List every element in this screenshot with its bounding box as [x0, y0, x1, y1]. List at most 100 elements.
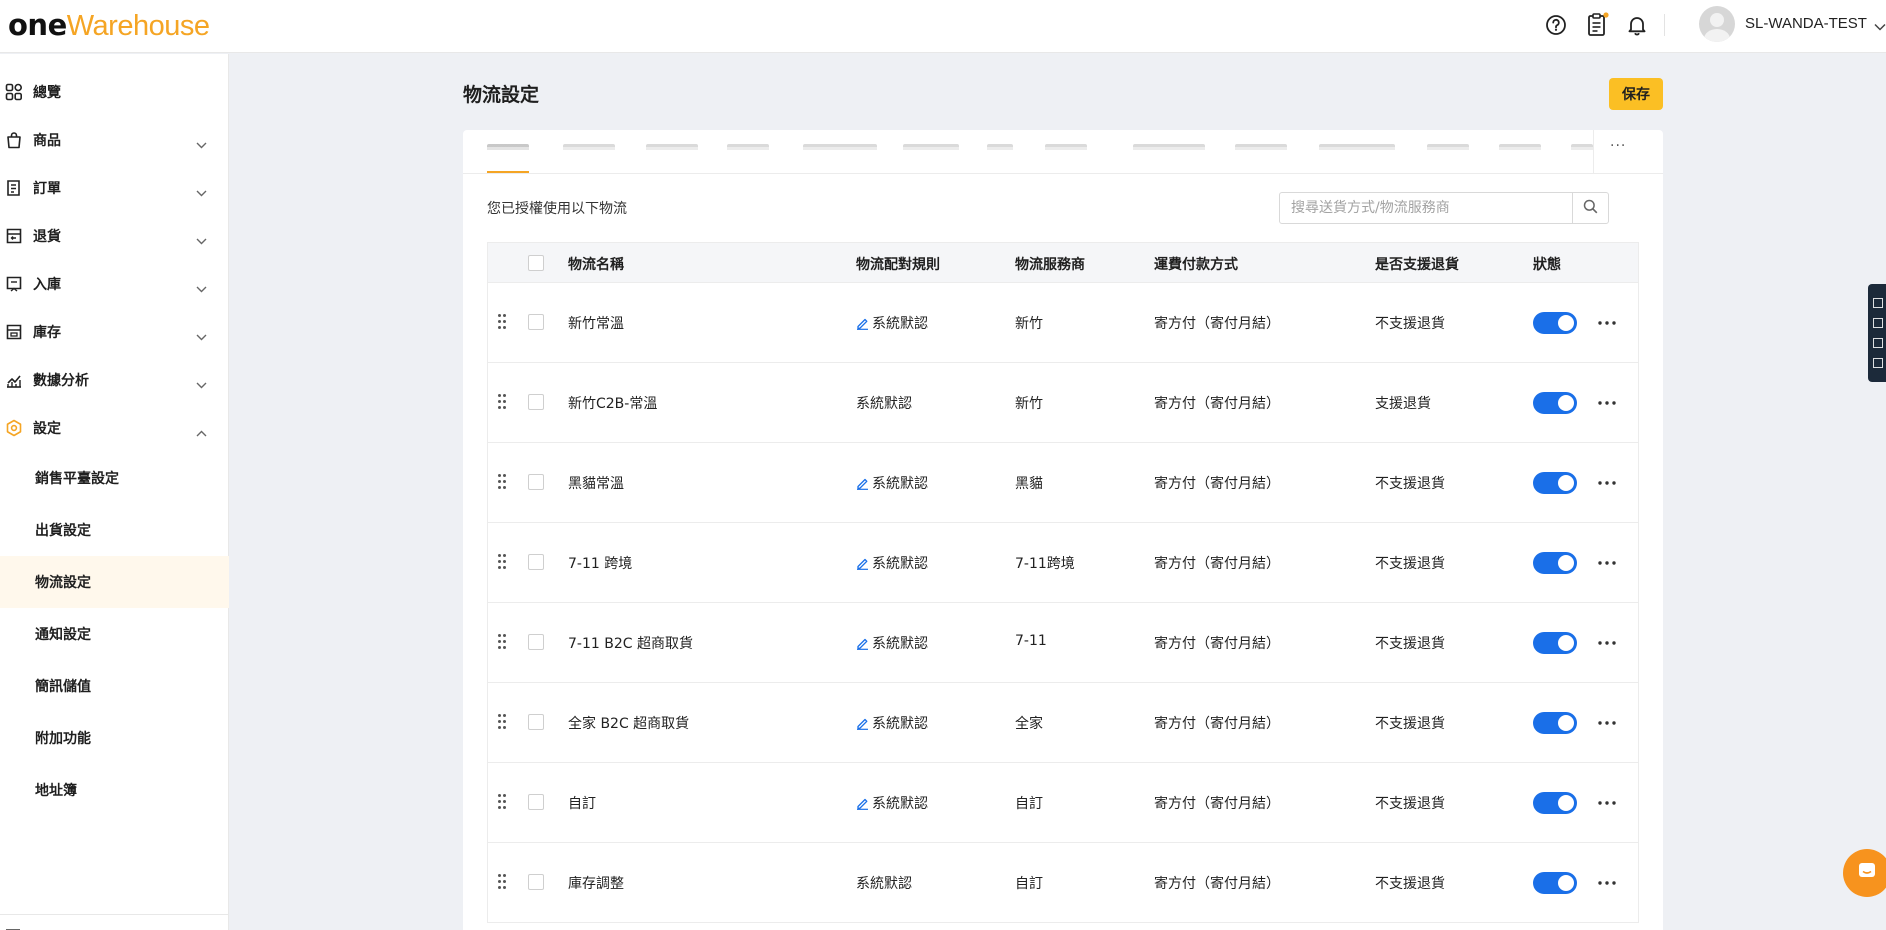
drag-handle-icon[interactable] — [498, 794, 508, 810]
table-row: 黑貓常溫 系統默認 黑貓 寄方付（寄付月結） 不支援退貨 — [488, 443, 1638, 523]
status-toggle[interactable] — [1533, 552, 1577, 574]
drag-handle-icon[interactable] — [498, 634, 508, 650]
logistics-name: 新竹常溫 — [568, 316, 624, 332]
username[interactable]: SL-WANDA-TEST — [1745, 15, 1867, 32]
tab-ghost[interactable] — [803, 144, 877, 154]
more-options-icon[interactable] — [1596, 313, 1618, 333]
sidebar-item-returns[interactable]: 退貨 — [0, 212, 229, 260]
menu-collapse-icon[interactable] — [6, 922, 20, 930]
returns-support: 支援退貨 — [1375, 396, 1431, 412]
matching-rule[interactable]: 系統默認 — [872, 633, 928, 653]
sidebar-item-settings[interactable]: 設定 — [0, 404, 229, 452]
matching-rule[interactable]: 系統默認 — [872, 313, 928, 333]
row-checkbox[interactable] — [528, 714, 544, 730]
drag-handle-icon[interactable] — [498, 474, 508, 490]
task-list-icon[interactable] — [1582, 10, 1612, 40]
tabs-more-icon[interactable]: ··· — [1610, 138, 1626, 154]
avatar[interactable] — [1699, 6, 1735, 42]
row-checkbox[interactable] — [528, 874, 544, 890]
table-row: 自訂 系統默認 自訂 寄方付（寄付月結） 不支援退貨 — [488, 763, 1638, 843]
more-options-icon[interactable] — [1596, 713, 1618, 733]
tab-ghost[interactable] — [1499, 144, 1541, 154]
tab-ghost[interactable] — [1045, 144, 1087, 154]
matching-rule[interactable]: 系統默認 — [872, 793, 928, 813]
sidebar-subitem-sales-platform[interactable]: 銷售平臺設定 — [0, 452, 229, 504]
sidebar-subitem-logistics[interactable]: 物流設定 — [0, 556, 229, 608]
chat-icon — [1856, 860, 1878, 886]
tab-ghost[interactable] — [1427, 144, 1469, 154]
tab-ghost[interactable] — [1571, 144, 1593, 154]
tab-ghost[interactable] — [563, 144, 615, 154]
bell-icon[interactable] — [1622, 10, 1652, 40]
tabs-strip[interactable] — [463, 144, 1593, 154]
more-options-icon[interactable] — [1596, 553, 1618, 573]
row-checkbox[interactable] — [528, 394, 544, 410]
matching-rule[interactable]: 系統默認 — [872, 713, 928, 733]
logistics-name: 全家 B2C 超商取貨 — [568, 716, 690, 732]
sidebar-subitem-label: 地址簿 — [35, 783, 77, 799]
row-checkbox[interactable] — [528, 554, 544, 570]
sidebar-item-overview[interactable]: 總覽 — [0, 68, 229, 116]
status-toggle[interactable] — [1533, 312, 1577, 334]
drag-handle-icon[interactable] — [498, 394, 508, 410]
logistics-name: 新竹C2B-常溫 — [568, 396, 658, 412]
sidebar-item-products[interactable]: 商品 — [0, 116, 229, 164]
status-toggle[interactable] — [1533, 392, 1577, 414]
help-icon[interactable] — [1541, 10, 1571, 40]
edit-icon[interactable] — [856, 635, 869, 654]
tab-ghost[interactable] — [646, 144, 698, 154]
tab-ghost[interactable] — [727, 144, 769, 154]
drag-handle-icon[interactable] — [498, 554, 508, 570]
tab-ghost[interactable] — [1319, 144, 1395, 154]
more-options-icon[interactable] — [1596, 393, 1618, 413]
status-toggle[interactable] — [1533, 632, 1577, 654]
sidebar-subitem-shipping[interactable]: 出貨設定 — [0, 504, 229, 556]
matching-rule[interactable]: 系統默認 — [872, 553, 928, 573]
tab-ghost[interactable] — [1133, 144, 1205, 154]
row-checkbox[interactable] — [528, 314, 544, 330]
logo[interactable]: oneWarehouse — [8, 8, 210, 43]
returns-support: 不支援退貨 — [1375, 716, 1445, 732]
tab-ghost[interactable] — [487, 144, 529, 154]
matching-rule: 系統默認 — [856, 396, 912, 412]
matching-rule[interactable]: 系統默認 — [872, 473, 928, 493]
status-toggle[interactable] — [1533, 712, 1577, 734]
more-options-icon[interactable] — [1596, 633, 1618, 653]
row-checkbox[interactable] — [528, 794, 544, 810]
drag-handle-icon[interactable] — [498, 314, 508, 330]
edit-icon[interactable] — [856, 795, 869, 814]
table-row: 全家 B2C 超商取貨 系統默認 全家 寄方付（寄付月結） 不支援退貨 — [488, 683, 1638, 763]
more-options-icon[interactable] — [1596, 473, 1618, 493]
search-input[interactable] — [1280, 193, 1572, 223]
more-options-icon[interactable] — [1596, 793, 1618, 813]
status-toggle[interactable] — [1533, 792, 1577, 814]
sidebar-subitem-notifications[interactable]: 通知設定 — [0, 608, 229, 660]
row-checkbox[interactable] — [528, 474, 544, 490]
status-toggle[interactable] — [1533, 872, 1577, 894]
sidebar-item-inbound[interactable]: 入庫 — [0, 260, 229, 308]
chat-button[interactable] — [1843, 849, 1886, 897]
status-toggle[interactable] — [1533, 472, 1577, 494]
search-button[interactable] — [1572, 193, 1608, 223]
drag-handle-icon[interactable] — [498, 714, 508, 730]
select-all-checkbox[interactable] — [528, 255, 544, 271]
side-panel-tab[interactable] — [1868, 284, 1886, 382]
sidebar-item-analytics[interactable]: 數據分析 — [0, 356, 229, 404]
sidebar-subitem-addons[interactable]: 附加功能 — [0, 712, 229, 764]
chevron-down-icon[interactable] — [1874, 16, 1886, 35]
sidebar-subitem-address-book[interactable]: 地址簿 — [0, 764, 229, 816]
edit-icon[interactable] — [856, 475, 869, 494]
tab-ghost[interactable] — [903, 144, 959, 154]
sidebar-item-orders[interactable]: 訂單 — [0, 164, 229, 212]
drag-handle-icon[interactable] — [498, 874, 508, 890]
tab-ghost[interactable] — [1235, 144, 1287, 154]
save-button[interactable]: 保存 — [1609, 78, 1663, 110]
sidebar-subitem-sms-topup[interactable]: 簡訊儲值 — [0, 660, 229, 712]
edit-icon[interactable] — [856, 555, 869, 574]
edit-icon[interactable] — [856, 715, 869, 734]
row-checkbox[interactable] — [528, 634, 544, 650]
more-options-icon[interactable] — [1596, 873, 1618, 893]
tab-ghost[interactable] — [987, 144, 1013, 154]
sidebar-item-inventory[interactable]: 庫存 — [0, 308, 229, 356]
edit-icon[interactable] — [856, 315, 869, 334]
